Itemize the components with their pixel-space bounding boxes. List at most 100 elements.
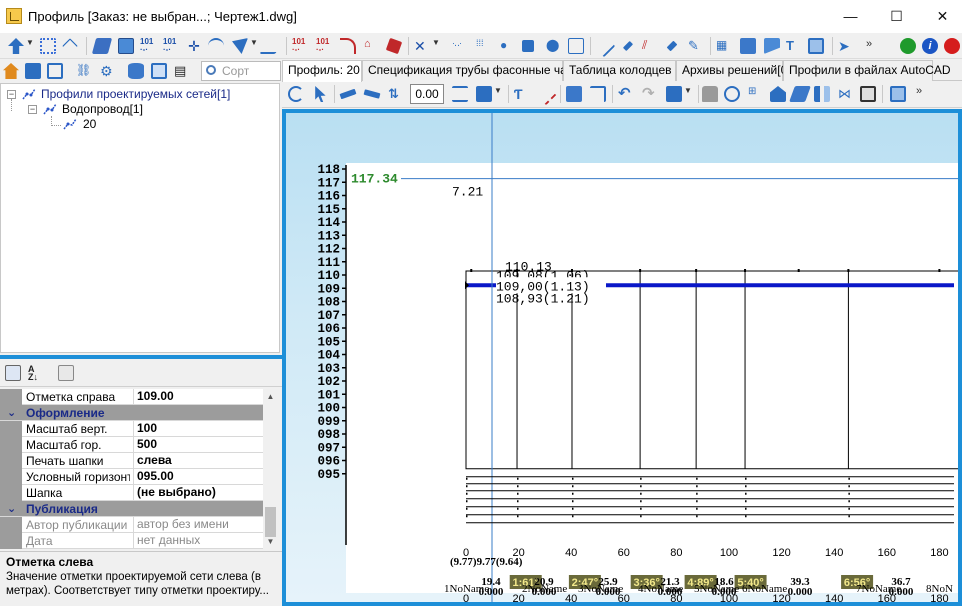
go-icon[interactable] [900,38,916,54]
text-icon[interactable]: T [786,38,802,54]
property-row[interactable]: Шапка (не выбрано) [0,485,263,501]
node-select-icon[interactable] [40,38,56,54]
book-icon[interactable] [890,86,906,102]
tab-3[interactable]: Архивы решений[0] [676,60,791,81]
block-icon[interactable] [522,40,534,52]
pipe-segment2-icon[interactable] [363,89,381,99]
eraser-icon[interactable] [385,37,403,55]
surface-icon[interactable] [91,38,113,54]
pipe-segment-icon[interactable] [339,88,357,100]
network-icon[interactable]: ⛓ [76,63,92,79]
property-row[interactable]: Дата нет данных [0,533,263,549]
chevron-down-icon[interactable]: ▼ [26,38,34,54]
property-value[interactable]: автор без имени [133,517,263,533]
coords-101b-icon[interactable]: 101 ·-· [163,38,179,54]
pin-icon[interactable]: ● [500,38,516,54]
frame-icon[interactable] [808,38,824,54]
property-row[interactable]: Условный горизонт 095.00 [0,469,263,485]
tree-item-water[interactable]: Водопровод[1] [62,102,143,116]
tab-4[interactable]: Профили в файлах AutoCAD [783,60,951,81]
chevron-down-icon[interactable]: ▼ [432,38,440,54]
crosshair-icon[interactable]: ✛ [186,38,202,54]
close-button[interactable]: ✕ [920,0,962,33]
home-icon[interactable] [3,63,19,79]
corner-icon[interactable] [590,86,606,102]
zoom-input[interactable]: 0.00 [410,84,444,104]
pipe-cut-icon[interactable]: ⫽ [642,38,658,54]
preview-icon[interactable] [47,63,63,79]
property-value[interactable]: 095.00 [133,469,263,485]
pointer-icon[interactable] [315,86,326,102]
property-row[interactable]: Масштаб гор. 500 [0,437,263,453]
books-icon[interactable] [25,63,41,79]
sheet-icon[interactable] [151,63,167,79]
property-category[interactable]: ⌄ Оформление [0,405,263,421]
property-value[interactable]: слева [133,453,263,469]
grid-points-icon[interactable] [568,38,584,54]
property-value[interactable]: 100 [133,421,263,437]
scroll-down-icon[interactable]: ▼ [266,537,275,546]
search-input[interactable]: Сорт [201,61,281,81]
layers-icon[interactable] [740,38,756,54]
tab-2[interactable]: Таблица колодцев [563,60,676,81]
database-icon[interactable] [128,63,144,79]
redo-icon[interactable]: ↷ [642,86,658,102]
slope-icon[interactable] [259,38,285,54]
vertical-scale-icon[interactable]: ⇅ [388,86,404,102]
red-101-icon[interactable]: 101 ·-· [292,38,308,54]
tree-item-profile[interactable]: 20 [83,117,96,131]
split-icon[interactable] [814,86,830,102]
align-icon[interactable] [452,86,468,102]
view-mode-icon[interactable] [476,86,492,102]
property-scrollbar[interactable]: ▲ ▼ [263,389,278,549]
property-value[interactable]: 500 [133,437,263,453]
section-icon[interactable]: ⊞ [748,86,764,102]
property-row[interactable]: Печать шапки слева [0,453,263,469]
chevron-down-icon[interactable]: ▼ [250,38,258,54]
dots-grid-icon[interactable]: ⁞⁞⁞ [476,38,492,54]
profile-drawing-area[interactable]: 118 117 116 115 114 113 112 111 110 109 108 107 106 1… [282,109,962,606]
scroll-thumb[interactable] [265,507,276,537]
arc-icon[interactable] [208,38,224,54]
categorized-icon[interactable] [5,365,21,381]
red-arc-icon[interactable] [340,38,356,54]
print-icon[interactable] [860,86,876,102]
lock-icon[interactable] [702,86,718,102]
stop-icon[interactable] [944,38,960,54]
info-icon[interactable]: i [922,38,938,54]
property-value[interactable]: (не выбрано) [133,485,263,501]
tree-collapse-toggle[interactable]: − [7,90,16,99]
chevron-down-icon[interactable]: ⌄ [7,502,16,515]
chevron-down-icon[interactable]: ▼ [684,86,692,102]
red-101b-icon[interactable]: 101 ·-· [316,38,332,54]
property-value[interactable]: 109.00 [133,389,263,405]
property-pages-icon[interactable] [58,365,74,381]
plane-icon[interactable] [789,86,811,102]
surface-edit-icon[interactable] [118,38,134,54]
arrow-up-icon[interactable] [8,38,24,54]
chevron-down-icon[interactable]: ⌄ [7,406,16,419]
undo-icon[interactable]: ↶ [618,86,634,102]
pipe-icon[interactable] [622,40,634,52]
profile-canvas[interactable]: 1181171161151141131121111101091081071061… [286,113,958,602]
cross-icon[interactable]: ✕ [414,38,430,54]
overflow-icon[interactable]: » [916,85,932,101]
coords-101-icon[interactable]: 101 ·-· [140,38,156,54]
sort-az-icon[interactable]: A Z↓ [28,365,44,382]
tee-icon[interactable]: Ƭ [514,86,530,102]
overflow-icon[interactable]: » [866,38,882,54]
gear-icon[interactable]: ⚙ [100,63,116,79]
table-icon[interactable]: ▦ [716,38,732,54]
triangle-icon[interactable] [232,38,248,54]
tab-0[interactable]: Профиль: 20 [282,60,362,82]
chevron-down-icon[interactable]: ▼ [494,86,502,102]
pencil-icon[interactable]: ✎ [688,38,704,54]
tree-collapse-toggle[interactable]: − [28,105,37,114]
property-row[interactable]: Отметка справа 109.00 [0,389,263,405]
profile-view-icon[interactable] [764,38,780,54]
refresh-icon[interactable] [288,86,304,102]
keyboard-icon[interactable]: ▤ [174,63,190,79]
scroll-up-icon[interactable]: ▲ [266,392,275,401]
property-value[interactable]: нет данных [133,533,263,549]
tree-item-root[interactable]: Профили проектируемых сетей[1] [41,87,230,101]
